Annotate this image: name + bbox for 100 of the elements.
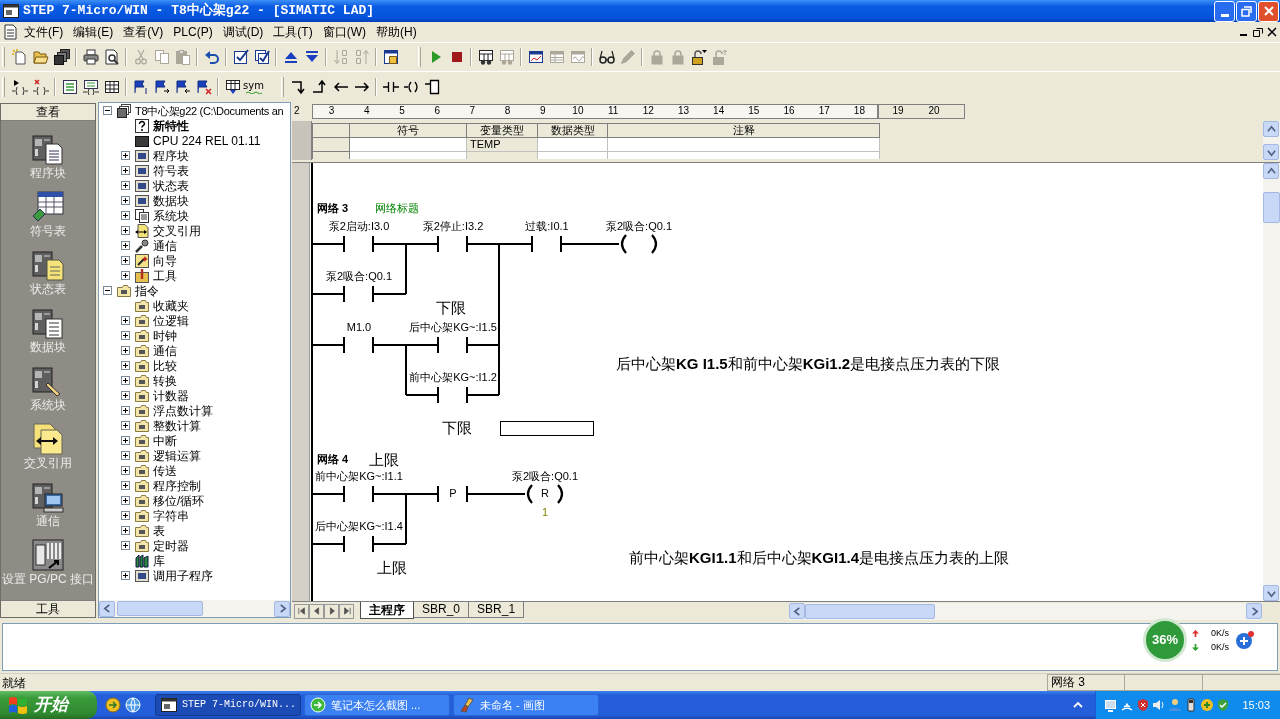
expand-box-icon[interactable]	[121, 541, 130, 550]
glasses-icon[interactable]	[598, 49, 615, 65]
checklist-icon[interactable]	[61, 78, 78, 95]
speaker-icon[interactable]	[1152, 698, 1167, 712]
tree-item[interactable]: 传送	[135, 463, 177, 478]
symbol-toggle-button[interactable]: sym	[243, 75, 264, 98]
scroll-left-button[interactable]	[789, 603, 805, 619]
tree-item[interactable]: 状态表	[135, 178, 189, 193]
scrollbar-thumb[interactable]	[117, 601, 203, 616]
scroll-up-button[interactable]	[1263, 163, 1279, 179]
table-cell[interactable]	[608, 138, 880, 152]
scrollbar-thumb[interactable]	[1263, 192, 1280, 223]
tree-item[interactable]: 整数计算	[135, 418, 201, 433]
maximize-button[interactable]	[1236, 0, 1257, 22]
delete-rung-icon[interactable]	[32, 78, 49, 95]
expand-box-icon[interactable]	[121, 196, 130, 205]
list-rung-icon[interactable]	[82, 78, 99, 95]
expand-box-icon[interactable]	[121, 256, 130, 265]
expand-box-icon[interactable]	[121, 166, 130, 175]
tree-item[interactable]: 中断	[135, 433, 177, 448]
tree-item[interactable]: 比较	[135, 358, 177, 373]
expand-box-icon[interactable]	[121, 421, 130, 430]
expand-box-icon[interactable]	[121, 241, 130, 250]
expand-box-icon[interactable]	[121, 511, 130, 520]
table-cell[interactable]	[467, 152, 538, 159]
horizontal-scrollbar[interactable]	[99, 600, 290, 617]
globe-icon[interactable]	[125, 697, 141, 713]
first-sheet-button[interactable]	[294, 603, 309, 619]
last-sheet-button[interactable]	[339, 603, 354, 619]
taskbar-button[interactable]: 未命名 - 画图	[453, 694, 599, 716]
box-icon[interactable]	[424, 78, 441, 95]
new-file-icon[interactable]	[11, 49, 28, 65]
table-arrow-icon[interactable]	[224, 78, 241, 95]
expand-box-icon[interactable]	[121, 436, 130, 445]
double-checkbox-tick-icon[interactable]	[253, 49, 270, 65]
previous-sheet-button[interactable]	[309, 603, 324, 619]
expand-box-icon[interactable]	[121, 271, 130, 280]
horizontal-scrollbar[interactable]	[789, 602, 1262, 620]
tree-item[interactable]: 新特性	[135, 118, 189, 133]
taskbar-button[interactable]: 笔记本怎么截图 ...	[304, 694, 450, 716]
menu-item[interactable]: 工具(T)	[268, 25, 318, 39]
tree-item[interactable]: 收藏夹	[135, 298, 189, 313]
expand-box-icon[interactable]	[121, 526, 130, 535]
shield-cross-icon[interactable]	[1136, 698, 1151, 712]
view-group-button[interactable]: 查看	[1, 104, 95, 121]
vertical-scrollbar[interactable]	[1263, 121, 1280, 160]
tree-item[interactable]: 计数器	[135, 388, 189, 403]
sheet-tab[interactable]: SBR_1	[469, 602, 525, 618]
tree-item[interactable]: 程序控制	[135, 478, 201, 493]
sheet-tab[interactable]: SBR_0	[414, 602, 470, 618]
expand-box-icon[interactable]	[121, 226, 130, 235]
menu-item[interactable]: PLC(P)	[168, 25, 218, 39]
bookmark-flag-icon[interactable]	[132, 78, 149, 95]
tree-item[interactable]: 系统块	[135, 208, 189, 223]
plus-circle-icon[interactable]	[1235, 630, 1255, 650]
bookmark-delete-icon[interactable]	[195, 78, 212, 95]
menu-item[interactable]: 帮助(H)	[371, 25, 422, 39]
tree-item[interactable]: 通信	[135, 238, 177, 253]
close-icon[interactable]	[1267, 27, 1277, 37]
close-button[interactable]	[1258, 0, 1279, 22]
stacked-windows-icon[interactable]	[53, 49, 70, 65]
tree-item[interactable]: 定时器	[135, 538, 189, 553]
expand-box-icon[interactable]	[121, 346, 130, 355]
chart-window-icon[interactable]	[527, 49, 544, 65]
expand-box-icon[interactable]	[121, 316, 130, 325]
bookmark-next-icon[interactable]	[153, 78, 170, 95]
undo-arrow-icon[interactable]	[203, 49, 220, 65]
minimize-button[interactable]	[1214, 0, 1235, 22]
tree-item[interactable]: 表	[135, 523, 165, 538]
tree-item[interactable]: T8中心架g22 (C:\Documents an	[117, 103, 284, 118]
tree-item[interactable]: 调用子程序	[135, 568, 213, 583]
next-sheet-button[interactable]	[324, 603, 339, 619]
bookmark-previous-icon[interactable]	[174, 78, 191, 95]
collapse-box-icon[interactable]	[103, 106, 112, 115]
tools-group-button[interactable]: 工具	[1, 600, 95, 617]
expand-box-icon[interactable]	[121, 466, 130, 475]
line-up-icon[interactable]	[311, 78, 328, 95]
tree-item[interactable]: 指令	[117, 283, 159, 298]
grid-icon[interactable]	[103, 78, 120, 95]
tree-item[interactable]: 符号表	[135, 163, 189, 178]
expand-box-icon[interactable]	[121, 376, 130, 385]
tree-item[interactable]: 通信	[135, 343, 177, 358]
scroll-down-button[interactable]	[1263, 585, 1279, 601]
tree-item[interactable]: 工具	[135, 268, 177, 283]
tree-item[interactable]: 库	[135, 553, 165, 568]
menu-item[interactable]: 窗口(W)	[317, 25, 371, 39]
shield-check-icon[interactable]	[1216, 698, 1231, 712]
open-folder-icon[interactable]	[32, 49, 49, 65]
tree-item[interactable]: 逻辑运算	[135, 448, 201, 463]
collapse-box-icon[interactable]	[103, 286, 112, 295]
expand-box-icon[interactable]	[121, 451, 130, 460]
table-cell[interactable]: TEMP	[467, 138, 538, 152]
expand-box-icon[interactable]	[121, 361, 130, 370]
start-button[interactable]: 开始	[0, 691, 97, 719]
vertical-scrollbar[interactable]	[1263, 163, 1280, 601]
tree-item[interactable]: 程序块	[135, 148, 189, 163]
expand-box-icon[interactable]	[121, 151, 130, 160]
open-padlock-icon[interactable]	[690, 49, 707, 65]
tree-item[interactable]: CPU 224 REL 01.11	[135, 133, 261, 148]
expand-box-icon[interactable]	[121, 496, 130, 505]
